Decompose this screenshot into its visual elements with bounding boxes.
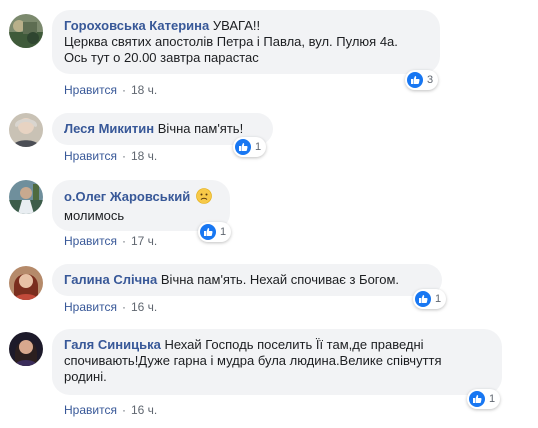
avatar-image <box>9 113 43 147</box>
thumbs-up-icon <box>235 139 251 155</box>
comment-author[interactable]: Гороховська Катерина <box>64 18 209 33</box>
reaction-count[interactable]: 3 <box>405 70 439 90</box>
thumbs-up-icon <box>415 291 431 307</box>
thumbs-up-icon <box>407 72 423 88</box>
comment-text: УВАГА!! <box>212 18 261 33</box>
timestamp[interactable]: 16 ч. <box>131 403 157 417</box>
reaction-number: 1 <box>435 293 442 305</box>
meta-separator: · <box>121 300 126 314</box>
thumbs-up-icon <box>200 224 216 240</box>
avatar-image <box>9 180 43 214</box>
avatar-image <box>9 14 43 48</box>
meta-separator: · <box>121 403 126 417</box>
avatar[interactable] <box>9 14 43 48</box>
timestamp[interactable]: 18 ч. <box>131 83 157 97</box>
comment-meta: Нравится · 17 ч. <box>64 233 157 249</box>
comment-bubble: Галина Слічна Вічна пам'ять. Нехай спочи… <box>52 264 442 296</box>
comment-bubble: Гороховська Катерина УВАГА!! Церква свят… <box>52 10 440 74</box>
meta-separator: · <box>121 149 126 163</box>
comment-text: Вічна пам'ять. Нехай спочиває з Богом. <box>160 272 400 287</box>
avatar[interactable] <box>9 113 43 147</box>
like-link[interactable]: Нравится <box>64 403 117 417</box>
avatar-image <box>9 266 43 300</box>
like-link[interactable]: Нравится <box>64 300 117 314</box>
comment-author[interactable]: о.Олег Жаровський <box>64 189 190 204</box>
comment-text: Нехай Господь поселить Її там,де праведн… <box>164 337 424 352</box>
meta-separator: · <box>121 83 126 97</box>
reaction-count[interactable]: 1 <box>198 222 232 242</box>
comment-meta: Нравится · 18 ч. <box>64 82 157 98</box>
comment-author[interactable]: Галя Синицька <box>64 337 161 352</box>
timestamp[interactable]: 16 ч. <box>131 300 157 314</box>
comment-text: молимось <box>64 208 125 223</box>
avatar[interactable] <box>9 180 43 214</box>
reaction-number: 1 <box>489 393 496 405</box>
timestamp[interactable]: 18 ч. <box>131 149 157 163</box>
timestamp[interactable]: 17 ч. <box>131 234 157 248</box>
reaction-number: 1 <box>220 226 227 238</box>
comment-text: спочивають!Дуже гарна і мудра була людин… <box>64 353 442 368</box>
sad-face-emoji <box>196 188 212 208</box>
comment-text: Ось тут о 20.00 завтра парастас <box>64 50 259 65</box>
like-link[interactable]: Нравится <box>64 234 117 248</box>
comment-meta: Нравится · 16 ч. <box>64 299 157 315</box>
reaction-count[interactable]: 1 <box>413 289 447 309</box>
reaction-count[interactable]: 1 <box>467 389 501 409</box>
thumbs-up-icon <box>469 391 485 407</box>
like-link[interactable]: Нравится <box>64 83 117 97</box>
comment-meta: Нравится · 18 ч. <box>64 148 157 164</box>
avatar[interactable] <box>9 266 43 300</box>
avatar-image <box>9 332 43 366</box>
reaction-number: 1 <box>255 141 262 153</box>
like-link[interactable]: Нравится <box>64 149 117 163</box>
avatar[interactable] <box>9 332 43 366</box>
comment-meta: Нравится · 16 ч. <box>64 402 157 418</box>
comment-bubble: Галя Синицька Нехай Господь поселить Її … <box>52 329 502 395</box>
reaction-number: 3 <box>427 74 434 86</box>
comment-text: Вічна пам'ять! <box>157 121 244 136</box>
reaction-count[interactable]: 1 <box>233 137 267 157</box>
comment-author[interactable]: Леся Микитин <box>64 121 154 136</box>
comment-text: Церква святих апостолів Петра і Павла, в… <box>64 34 398 49</box>
comment-text: родині. <box>64 369 107 384</box>
meta-separator: · <box>121 234 126 248</box>
comment-author[interactable]: Галина Слічна <box>64 272 157 287</box>
